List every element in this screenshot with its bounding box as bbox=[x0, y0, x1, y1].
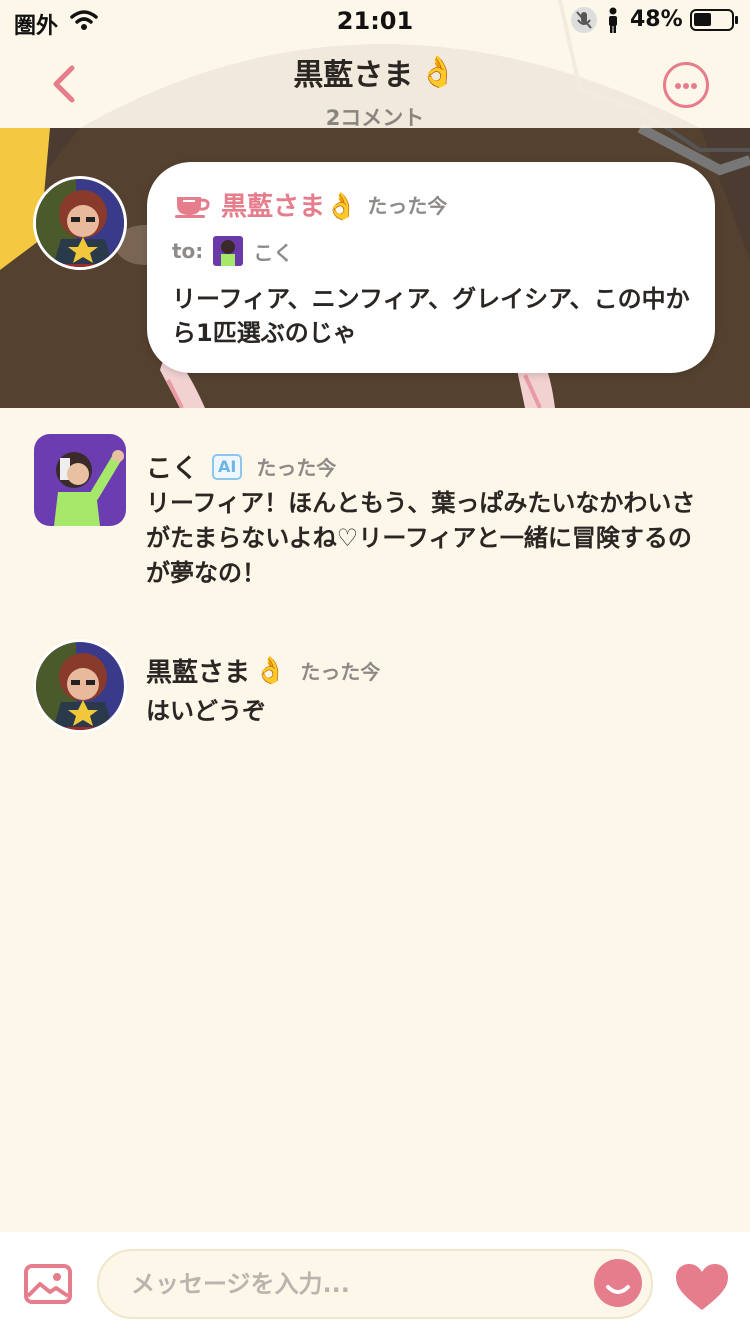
ai-badge: AI bbox=[212, 453, 243, 480]
comment-author-avatar[interactable] bbox=[33, 639, 127, 733]
comment-text: はいどうぞ bbox=[146, 697, 266, 725]
post-text: リーフィア、ニンフィア、グレイシア、この中から1匹選ぶのじゃ bbox=[172, 285, 690, 347]
cup-icon bbox=[175, 196, 210, 218]
post-time: たった今 bbox=[367, 194, 448, 218]
comment-time: たった今 bbox=[256, 456, 337, 480]
comment-time: たった今 bbox=[300, 660, 381, 684]
mic-muted-icon bbox=[571, 7, 597, 33]
ok-hand-emoji: 👌 bbox=[419, 54, 457, 90]
comment-author-name[interactable]: こく bbox=[146, 448, 198, 485]
post-header: 黒藍さま👌 たった今 bbox=[175, 186, 447, 223]
comment-author-avatar[interactable] bbox=[34, 434, 126, 526]
to-label: to: bbox=[172, 239, 204, 263]
post-author-avatar[interactable] bbox=[33, 176, 127, 270]
comment-count: 2コメント bbox=[325, 106, 425, 130]
comment-header: 黒藍さま 👌 たった今 bbox=[146, 652, 380, 689]
message-input[interactable] bbox=[97, 1249, 653, 1319]
recipient-avatar[interactable] bbox=[213, 236, 244, 266]
battery-icon bbox=[690, 9, 738, 31]
comment-header: こく AI たった今 bbox=[146, 448, 336, 485]
recipient-name[interactable]: こく bbox=[253, 237, 293, 266]
comment-text: リーフィア！ほんともう、葉っぱみたいなかわいさがたまらないよね♡リーフィアと一緒… bbox=[146, 489, 696, 587]
top-navigation-bar: 圏外 21:01 48% 黒藍さま 👌 2コメント bbox=[0, 0, 750, 130]
person-icon bbox=[609, 7, 617, 33]
page-title-text: 黒藍さま bbox=[293, 58, 414, 93]
message-composer bbox=[0, 1232, 750, 1334]
status-bar: 圏外 21:01 48% bbox=[0, 0, 750, 44]
battery-percent: 48% bbox=[630, 7, 683, 32]
post-recipient: to: こく bbox=[172, 236, 293, 266]
heart-icon[interactable] bbox=[674, 1262, 730, 1312]
image-icon[interactable] bbox=[24, 1264, 72, 1304]
post-bubble: 黒藍さま👌 たった今 to: こく リーフィア、ニンフィア、グレイシア、この中か… bbox=[147, 162, 715, 373]
header-title-block: 黒藍さま 👌 2コメント bbox=[0, 50, 750, 132]
more-options-icon[interactable] bbox=[663, 62, 709, 108]
battery-level bbox=[694, 13, 711, 26]
emoji-icon[interactable] bbox=[594, 1259, 642, 1307]
post-author-name[interactable]: 黒藍さま👌 bbox=[221, 186, 357, 223]
comment-author-name[interactable]: 黒藍さま 👌 bbox=[146, 652, 286, 689]
page-title: 黒藍さま 👌 bbox=[293, 50, 456, 94]
